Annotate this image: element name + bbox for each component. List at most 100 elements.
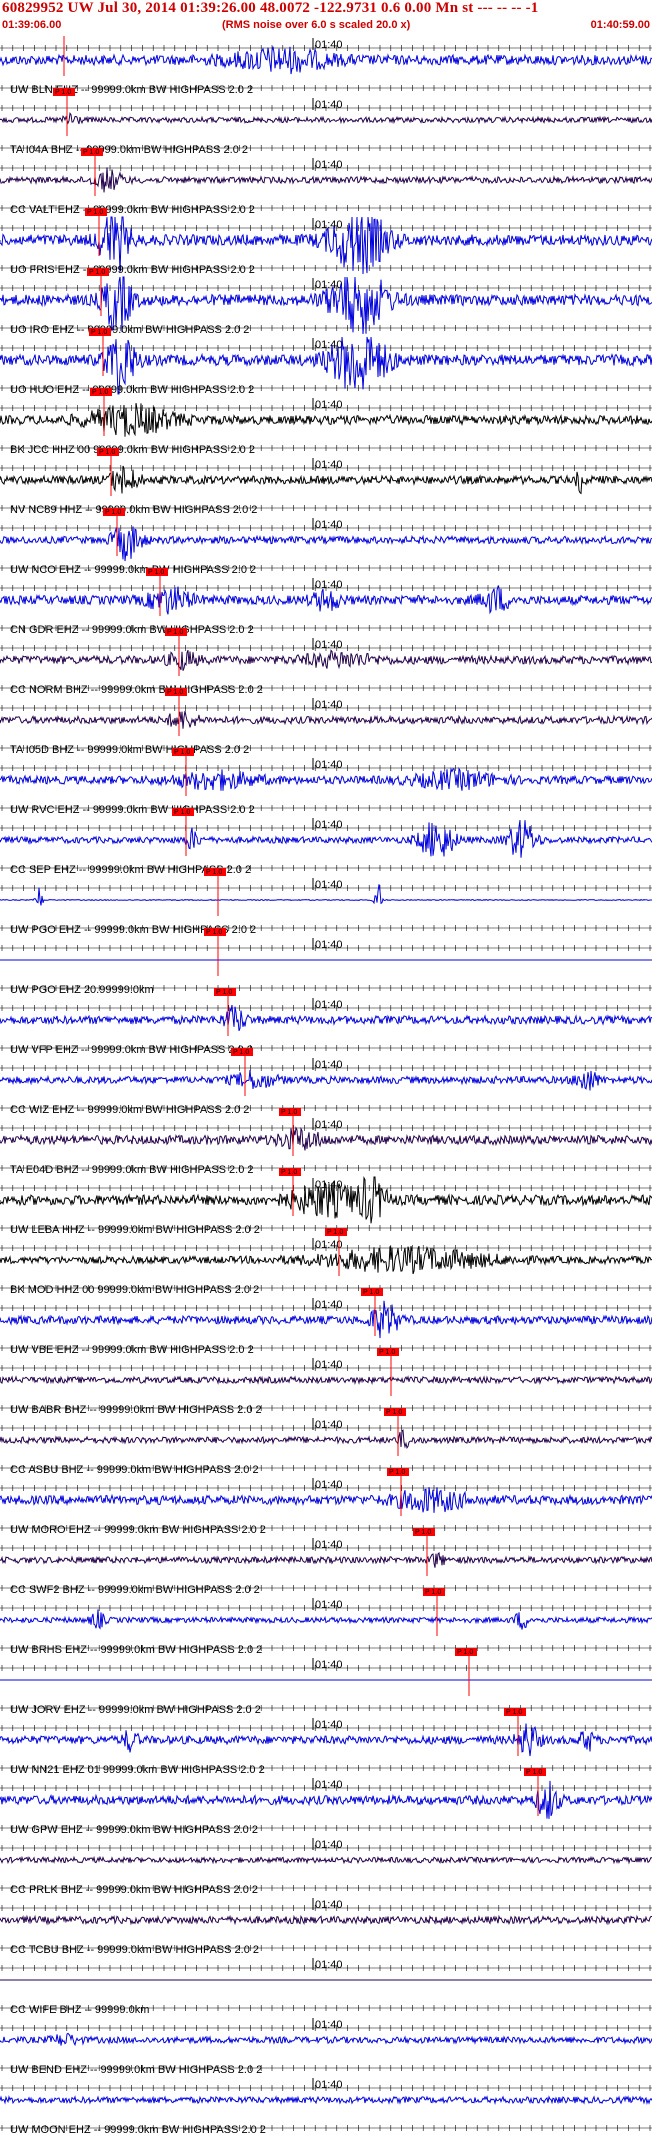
minute-tick-label: 01:40 (315, 2019, 343, 2031)
pick-label: P 1.0 (91, 329, 107, 336)
minute-tick-label: 01:40 (315, 1479, 343, 1491)
waveform (0, 1176, 652, 1224)
station-label: CC SWF2 BHZ -- 99999.0km BW HIGHPASS 2.0… (10, 1584, 260, 1596)
pick-label: P 1.0 (92, 389, 108, 396)
station-label: UW JORV EHZ -- 99999.0km BW HIGHPASS 2.0… (10, 1704, 261, 1716)
trace-row: 01:40 UW MOON EHZ -- 99999.0km BW HIGHPAS… (0, 2078, 652, 2136)
station-label: UO IRO EHZ -- 99999.0km BW HIGHPASS 2.0 … (10, 324, 249, 336)
station-label: CC WIFE BHZ -- 99999.0km (10, 2004, 149, 2016)
trace-row: 01:40P 1.0UO FRIS EHZ -- 99999.0km BW HI… (0, 208, 652, 276)
minute-tick-label: 01:40 (315, 219, 343, 231)
waveform (0, 167, 652, 193)
waveform (0, 767, 652, 791)
trace-row: 01:40 P 1.0 CC ASBU BHZ -- 99999.0km BW HI… (0, 1408, 652, 1476)
minute-tick-label: 01:40 (315, 2079, 343, 2091)
end-time-label: 01:40:59.00 (590, 19, 650, 31)
minute-tick-label: 01:40 (315, 639, 343, 651)
plot-header: 60829952 UW Jul 30, 2014 01:39:26.00 48.… (0, 0, 652, 36)
station-label: TA I04A BHZ -- 99999.0km BW HIGHPASS 2.0… (10, 144, 248, 156)
station-label: UW BLN EHZ -- 99999.0km BW HIGHPASS 2.0 … (10, 84, 253, 96)
minute-tick-label: 01:40 (315, 579, 343, 591)
minute-tick-label: 01:40 (315, 159, 343, 171)
pick-label: P 1.0 (99, 449, 115, 456)
trace-row: 01:40 P 1.0 UW JORV EHZ -- 99999.0km BW HI… (0, 1648, 652, 1716)
trace-row: 01:40P 1.0NV NC89 HHZ -- 99999.0km BW HI… (0, 448, 652, 516)
station-label: CC TCBU BHZ -- 99999.0km BW HIGHPASS 2.0… (10, 1944, 259, 1956)
waveform (0, 2032, 652, 2047)
station-label: UO FRIS EHZ -- 99999.0km BW HIGHPASS 2.0… (10, 264, 255, 276)
trace-row: 01:40 P 1.0UO IRO EHZ -- 99999.0km BW HIG… (0, 268, 652, 336)
pick-label: P 1.0 (216, 989, 232, 996)
rms-noise-note: (RMS noise over 6.0 s scaled 20.0 x) (222, 19, 411, 31)
minute-tick-label: 01:40 (315, 1959, 343, 1971)
pick-label: P 1.0 (206, 929, 222, 936)
minute-tick-label: 01:40 (315, 1719, 343, 1731)
trace-row: 01:40 P 1.0 CC SWF2 BHZ -- 99999.0km BW HI… (0, 1528, 652, 1596)
trace-row: 01:40P 1.0CC NORM BHZ -- 99999.0km BW HI… (0, 628, 652, 696)
minute-tick-label: 01:40 (315, 1659, 343, 1671)
minute-tick-label: 01:40 (315, 1539, 343, 1551)
pick-label: P 1.0 (389, 1469, 405, 1476)
waveform (0, 1551, 652, 1568)
minute-tick-label: 01:40 (315, 1419, 343, 1431)
minute-tick-label: 01:40 (315, 1299, 343, 1311)
trace-row: 01:40 P 1.0 UW NN21 EHZ 01 99999.0km BW HI… (0, 1708, 652, 1776)
station-label: UW BABR BHZ -- 99999.0km BW HIGHPASS 2.0… (10, 1404, 262, 1416)
trace-row: 01:40 CC TCBU BHZ -- 99999.0km BW HIGHPAS… (0, 1898, 652, 1956)
waveform (0, 2095, 652, 2106)
minute-tick-label: 01:40 (315, 399, 343, 411)
pick-label: P 1.0 (83, 149, 99, 156)
trace-row: 01:40P 1.0UW LEBA HHZ -- 99999.0km BW HI… (0, 1168, 652, 1236)
station-label: UW VBE EHZ -- 99999.0km BW HIGHPASS 2.0 … (10, 1344, 254, 1356)
pick-label: P 1.0 (506, 1709, 522, 1716)
trace-row: 01:40 P 1.0 UW PGO EHZ 20.99999.0km (0, 928, 652, 996)
pick-label: P 1.0 (363, 1289, 379, 1296)
trace-row: 01:40 P 1.0 UW BRHS EHZ -- 99999.0km BW HI… (0, 1588, 652, 1656)
minute-tick-label: 01:40 (315, 99, 343, 111)
station-label: UW PGO EHZ 20.99999.0km (10, 984, 154, 996)
trace-row: 01:40P 1.0TA I05D BHZ -- 99999.0km BW HI… (0, 688, 652, 756)
waveform (0, 1070, 652, 1091)
station-label: CN GDR EHZ -- 99999.0km BW HIGHPASS 2.0 … (10, 624, 254, 636)
minute-tick-label: 01:40 (315, 819, 343, 831)
station-label: CC NORM BHZ -- 99999.0km BW HIGHPASS 2.0… (10, 684, 263, 696)
trace-row: 01:40 P 1.0TA I04A BHZ -- 99999.0km BW HI… (0, 88, 652, 156)
station-label: UW MOON EHZ -- 99999.0km BW HIGHPASS 2.0… (10, 2124, 266, 2136)
minute-tick-label: 01:40 (315, 1059, 343, 1071)
pick-label: P 1.0 (167, 629, 183, 636)
minute-tick-label: 01:40 (315, 1779, 343, 1791)
waveform (0, 1855, 652, 1865)
trace-row: 01:40 CC PRLK BHZ -- 99999.0km BW HIGHPAS… (0, 1838, 652, 1896)
minute-tick-label: 01:40 (315, 1119, 343, 1131)
trace-row: 01:40 P 1.0 UW GPW EHZ -- 99999.0km BW HIG… (0, 1768, 652, 1836)
minute-tick-label: 01:40 (315, 1239, 343, 1251)
pick-label: P 1.0 (105, 509, 121, 516)
trace-row: 01:40 P 1.0 UW VBE EHZ -- 99999.0km BW HIG… (0, 1288, 652, 1356)
minute-tick-label: 01:40 (315, 1359, 343, 1371)
pick-label: P 1.0 (174, 749, 190, 756)
station-label: TA E04D BHZ -- 99999.0km BW HIGHPASS 2.0… (10, 1164, 254, 1176)
waveform (0, 111, 652, 125)
trace-row: 01:40 P 1.0CN GDR EHZ -- 99999.0km BW HIG… (0, 568, 652, 636)
station-label: UW LEBA HHZ -- 99999.0km BW HIGHPASS 2.0… (10, 1224, 260, 1236)
pick-label: P 1.0 (327, 1229, 343, 1236)
pick-label: P 1.0 (379, 1349, 395, 1356)
station-label: TA I05D BHZ -- 99999.0km BW HIGHPASS 2.0… (10, 744, 249, 756)
station-label: UW MORO EHZ -- 99999.0km BW HIGHPASS 2.0… (10, 1524, 266, 1536)
trace-row: 01:40 P 1.0 UW BABR BHZ -- 99999.0km BW HI… (0, 1348, 652, 1416)
pick-label: P 1.0 (233, 1049, 249, 1056)
minute-tick-label: 01:40 (315, 279, 343, 291)
pick-label: P 1.0 (281, 1169, 297, 1176)
waveform (0, 1429, 652, 1449)
trace-row: 01:40P 1.0UW VFP EHZ -- 99999.0km BW HIG… (0, 988, 652, 1056)
minute-tick-label: 01:40 (315, 999, 343, 1011)
waveform (0, 526, 652, 562)
waveform (0, 1375, 652, 1386)
start-time-label: 01:39:06.00 (2, 19, 62, 31)
pick-label: P 1.0 (526, 1769, 542, 1776)
station-label: CC VALT EHZ -- 99999.0km BW HIGHPASS 2.0… (10, 204, 255, 216)
minute-tick-label: 01:40 (315, 519, 343, 531)
pick-label: P 1.0 (167, 689, 183, 696)
minute-tick-label: 01:40 (315, 459, 343, 471)
trace-row: 01:40 P 1.0 CC VALT EHZ -- 99999.0km BW HI… (0, 148, 652, 216)
